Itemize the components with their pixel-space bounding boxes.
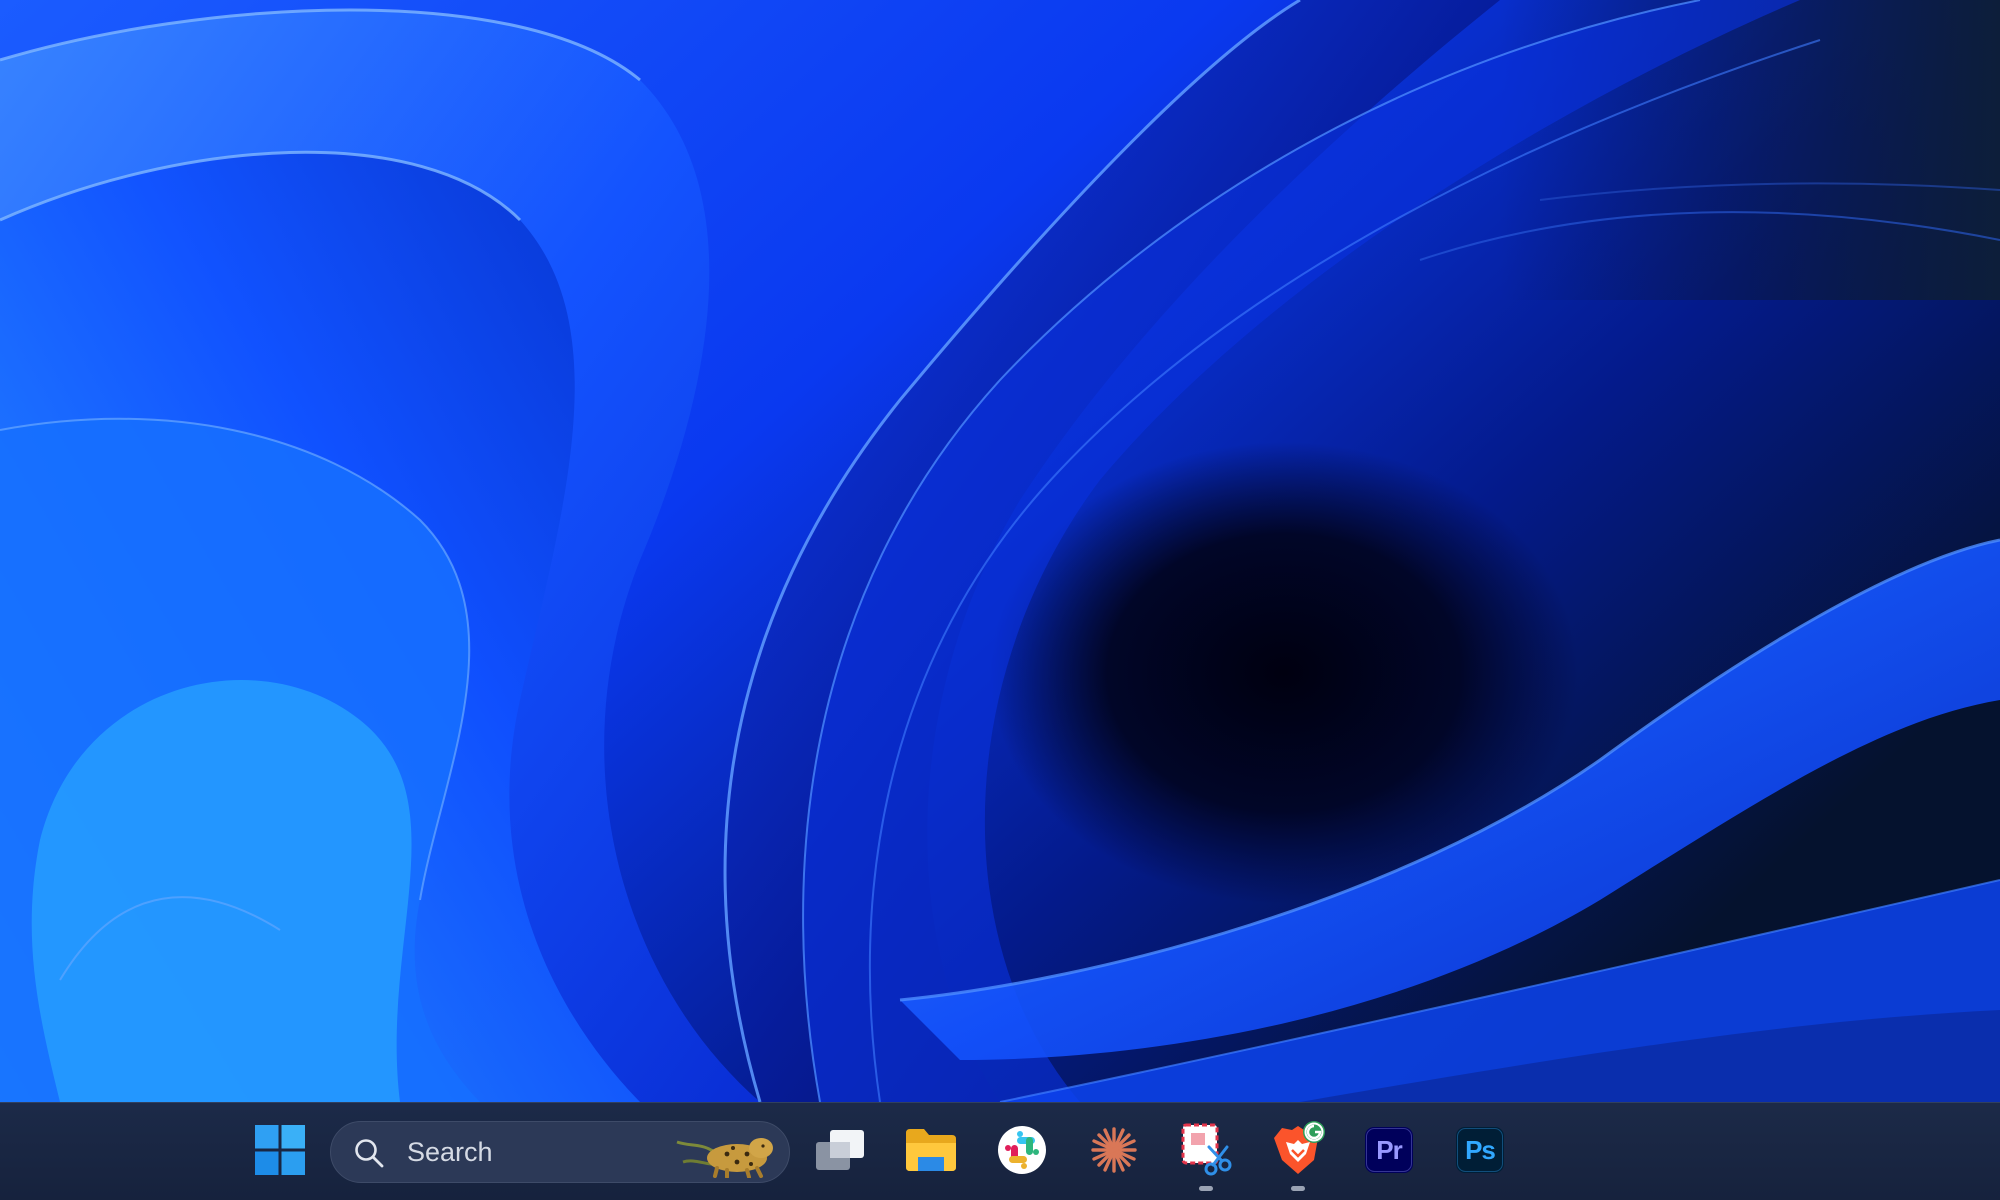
task-view-button[interactable] — [806, 1117, 874, 1183]
search-label: Search — [407, 1137, 493, 1167]
file-explorer-button[interactable] — [897, 1117, 965, 1183]
task-view-icon — [816, 1130, 864, 1170]
running-indicator — [1199, 1186, 1213, 1191]
photoshop-label: Ps — [1465, 1135, 1495, 1165]
photoshop-icon: Ps — [1456, 1127, 1504, 1173]
windows-logo-icon — [255, 1125, 305, 1175]
running-indicator — [1291, 1186, 1305, 1191]
premiere-pro-label: Pr — [1376, 1135, 1402, 1165]
snipping-tool-icon — [1181, 1123, 1232, 1176]
wallpaper-image — [0, 0, 2000, 1102]
photoshop-button[interactable]: Ps — [1446, 1117, 1514, 1183]
asterisk-burst-icon — [1091, 1127, 1137, 1173]
slack-icon — [998, 1126, 1046, 1174]
claude-button[interactable] — [1080, 1117, 1148, 1183]
brave-button[interactable] — [1264, 1117, 1332, 1191]
search-box[interactable]: Search — [330, 1121, 790, 1183]
snipping-tool-button[interactable] — [1172, 1117, 1240, 1191]
desktop-wallpaper — [0, 0, 2000, 1102]
premiere-pro-icon: Pr — [1365, 1127, 1413, 1173]
brave-lion-icon — [1274, 1121, 1325, 1174]
slack-button[interactable] — [988, 1117, 1056, 1183]
search-highlight-leopard-icon[interactable] — [671, 1128, 779, 1178]
start-button[interactable] — [246, 1117, 314, 1183]
folder-icon — [906, 1129, 956, 1171]
taskbar: Search Pr Ps — [0, 1102, 2000, 1200]
search-icon — [355, 1139, 384, 1168]
premiere-pro-button[interactable]: Pr — [1355, 1117, 1423, 1183]
